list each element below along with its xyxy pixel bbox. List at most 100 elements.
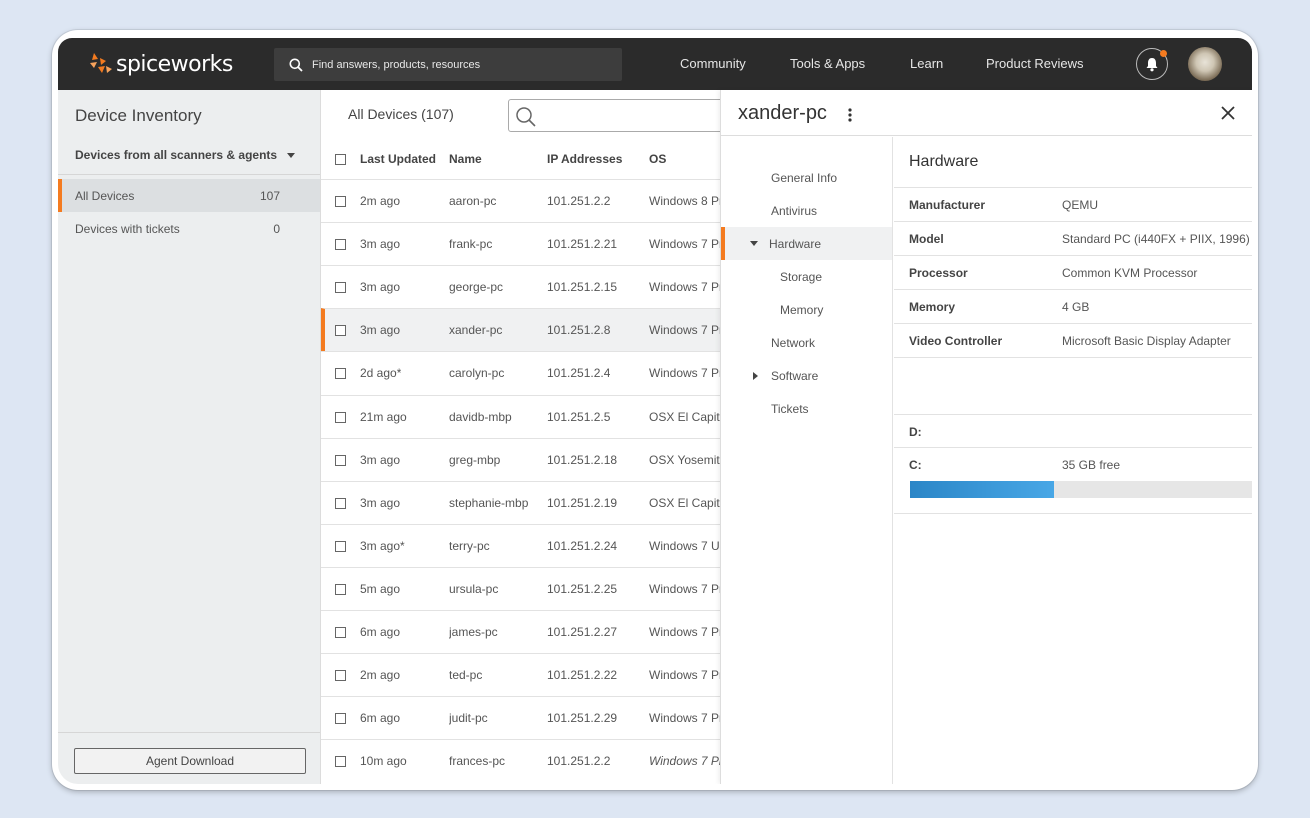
nav-product-reviews[interactable]: Product Reviews — [986, 56, 1084, 71]
row-checkbox[interactable] — [335, 540, 346, 552]
cell-last-updated: 21m ago — [360, 409, 407, 424]
column-header-last-updated[interactable]: Last Updated — [360, 152, 436, 166]
nav-label: Memory — [780, 302, 824, 317]
column-header-name[interactable]: Name — [449, 152, 482, 166]
nav-tools-apps[interactable]: Tools & Apps — [790, 56, 865, 71]
cell-os: Windows 8 Pr — [649, 194, 721, 208]
cell-os: Windows 7 Pr — [649, 668, 721, 683]
nav-label: Hardware — [769, 236, 822, 251]
table-row[interactable]: 2m ago ted-pc 101.251.2.22 Windows 7 Pr — [321, 653, 721, 696]
nav-hardware[interactable]: Hardware — [721, 227, 892, 260]
row-checkbox[interactable] — [335, 627, 346, 638]
cell-name: davidb-mbp — [449, 409, 512, 424]
row-checkbox[interactable] — [335, 411, 346, 423]
search-icon — [516, 107, 536, 127]
cell-ip: 101.251.2.4 — [547, 366, 611, 381]
sidebar-item-label: All Devices — [75, 188, 135, 203]
agent-download-button[interactable]: Agent Download — [74, 748, 306, 774]
cell-last-updated: 3m ago — [360, 323, 401, 338]
divider — [894, 221, 1252, 222]
cell-last-updated: 3m ago — [360, 237, 401, 252]
column-header-os[interactable]: OS — [649, 152, 666, 166]
row-checkbox[interactable] — [335, 670, 346, 682]
nav-label: Antivirus — [771, 203, 818, 218]
table-row[interactable]: 3m ago george-pc 101.251.2.15 Windows 7 Pr — [321, 265, 721, 308]
table-row[interactable]: 3m ago* terry-pc 101.251.2.24 Windows 7 U — [321, 523, 721, 567]
cell-name: frances-pc — [449, 754, 506, 769]
nav-label: General Info — [771, 170, 838, 185]
cell-os: Windows 7 Pr — [649, 711, 721, 726]
cell-ip: 101.251.2.2 — [547, 194, 611, 208]
nav-software[interactable]: Software — [721, 359, 892, 392]
row-checkbox[interactable] — [335, 368, 346, 380]
row-checkbox[interactable] — [335, 583, 346, 595]
cell-ip: 101.251.2.25 — [547, 581, 618, 596]
cell-ip: 101.251.2.19 — [547, 495, 618, 510]
scanner-filter-dropdown[interactable]: Devices from all scanners & agents — [75, 148, 296, 162]
cell-ip: 101.251.2.2 — [547, 754, 611, 769]
nav-tickets[interactable]: Tickets — [721, 392, 892, 425]
table-row[interactable]: 2m ago aaron-pc 101.251.2.2 Windows 8 Pr — [321, 179, 721, 222]
spec-value-manufacturer: QEMU — [1062, 198, 1098, 212]
row-checkbox[interactable] — [335, 756, 346, 768]
cell-os: Windows 7 Pr — [649, 237, 721, 252]
nav-general-info[interactable]: General Info — [721, 161, 892, 194]
search-icon — [289, 58, 303, 72]
row-checkbox[interactable] — [335, 497, 346, 509]
table-row[interactable]: 2d ago* carolyn-pc 101.251.2.4 Windows 7 Pr — [321, 351, 721, 394]
row-checkbox[interactable] — [335, 282, 346, 294]
table-row[interactable]: 6m ago james-pc 101.251.2.27 Windows 7 Pr — [321, 610, 721, 653]
table-row[interactable]: 3m ago xander-pc 101.251.2.8 Windows 7 Pr — [321, 308, 721, 352]
c-drive-usage-bar — [910, 481, 1252, 498]
cell-last-updated: 3m ago — [360, 495, 401, 510]
notifications-button[interactable] — [1136, 48, 1168, 80]
nav-memory[interactable]: Memory — [721, 293, 892, 326]
cell-last-updated: 2m ago — [360, 194, 401, 208]
row-checkbox[interactable] — [335, 713, 346, 725]
cell-name: stephanie-mbp — [449, 495, 529, 510]
row-checkbox[interactable] — [335, 454, 346, 466]
table-row[interactable]: 3m ago stephanie-mbp 101.251.2.19 OSX El Ca… — [321, 480, 721, 524]
select-all-checkbox[interactable] — [335, 154, 346, 165]
sidebar-item-devices-with-tickets[interactable]: Devices with tickets 0 — [58, 212, 320, 245]
nav-community[interactable]: Community — [680, 56, 746, 71]
nav-learn[interactable]: Learn — [910, 56, 943, 71]
divider — [894, 447, 1252, 448]
cell-name: aaron-pc — [449, 194, 497, 208]
row-checkbox[interactable] — [335, 325, 346, 337]
divider — [894, 357, 1252, 358]
nav-label: Network — [771, 335, 816, 350]
avatar[interactable] — [1188, 47, 1222, 81]
divider — [894, 187, 1252, 188]
global-search[interactable]: Find answers, products, resources — [274, 48, 622, 81]
sidebar-item-label: Devices with tickets — [75, 221, 180, 236]
row-checkbox[interactable] — [335, 196, 346, 207]
row-checkbox[interactable] — [335, 239, 346, 251]
table-row[interactable]: 10m ago frances-pc 101.251.2.2 Windows 7 Pr… — [321, 739, 721, 782]
nav-storage[interactable]: Storage — [721, 260, 892, 293]
table-row[interactable]: 21m ago davidb-mbp 101.251.2.5 OSX El Capit… — [321, 394, 721, 438]
sidebar-item-all-devices[interactable]: All Devices 107 — [58, 179, 320, 212]
table-row[interactable]: 5m ago ursula-pc 101.251.2.25 Windows 7 Pr — [321, 566, 721, 610]
nav-antivirus[interactable]: Antivirus — [721, 194, 892, 227]
scanner-filter-label: Devices from all scanners & agents — [75, 148, 278, 162]
top-nav: spiceworks Find answers, products, resou… — [58, 38, 1252, 90]
table-row[interactable]: 6m ago judit-pc 101.251.2.29 Windows 7 Pr — [321, 696, 721, 739]
more-options-icon[interactable] — [847, 107, 853, 123]
table-row[interactable]: 3m ago frank-pc 101.251.2.21 Windows 7 Pr — [321, 222, 721, 265]
sidebar-item-count: 0 — [273, 221, 280, 236]
column-header-ip[interactable]: IP Addresses — [547, 152, 622, 166]
close-icon[interactable] — [1219, 104, 1237, 122]
spiceworks-logo[interactable]: spiceworks — [86, 50, 233, 78]
collapsed-caret-icon — [753, 371, 758, 380]
device-list: All Devices (107) Last Updated Name IP A… — [321, 90, 768, 784]
cell-name: xander-pc — [449, 323, 503, 338]
cell-os: Windows 7 Pr — [649, 280, 721, 295]
cell-os: Windows 7 Pr — [649, 366, 721, 381]
nav-network[interactable]: Network — [721, 326, 892, 359]
sidebar-title: Device Inventory — [75, 106, 202, 125]
brand-name: spiceworks — [116, 51, 233, 77]
spec-value-model: Standard PC (i440FX + PIIX, 1996) — [1062, 232, 1250, 246]
list-title: All Devices (107) — [348, 106, 454, 122]
table-row[interactable]: 3m ago greg-mbp 101.251.2.18 OSX Yosemite — [321, 437, 721, 481]
